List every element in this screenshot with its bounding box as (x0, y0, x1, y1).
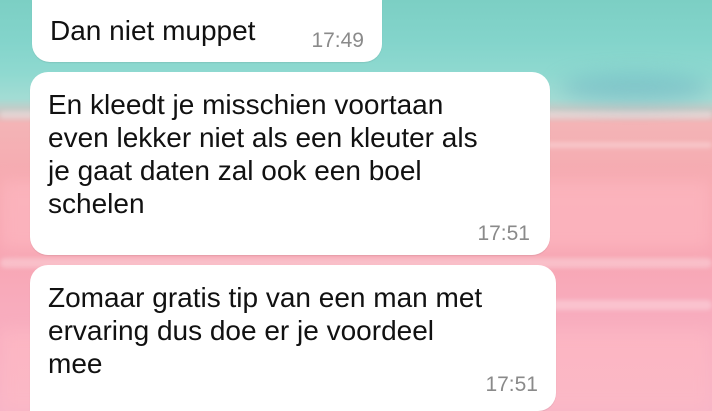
message-bubble[interactable]: En kleedt je misschien voortaan even lek… (30, 72, 550, 255)
chat-messages: Dan niet muppet 17:49 En kleedt je missc… (0, 0, 712, 411)
message-text: En kleedt je misschien voortaan even lek… (48, 89, 478, 219)
message-bubble[interactable]: Zomaar gratis tip van een man met ervari… (30, 265, 556, 411)
message-timestamp: 17:49 (311, 29, 364, 52)
message-text: Zomaar gratis tip van een man met ervari… (48, 282, 483, 379)
bubble-tail-icon (50, 397, 64, 411)
message-timestamp: 17:51 (485, 373, 538, 396)
message-bubble[interactable]: Dan niet muppet 17:49 (32, 0, 382, 62)
message-timestamp: 17:51 (477, 222, 530, 245)
